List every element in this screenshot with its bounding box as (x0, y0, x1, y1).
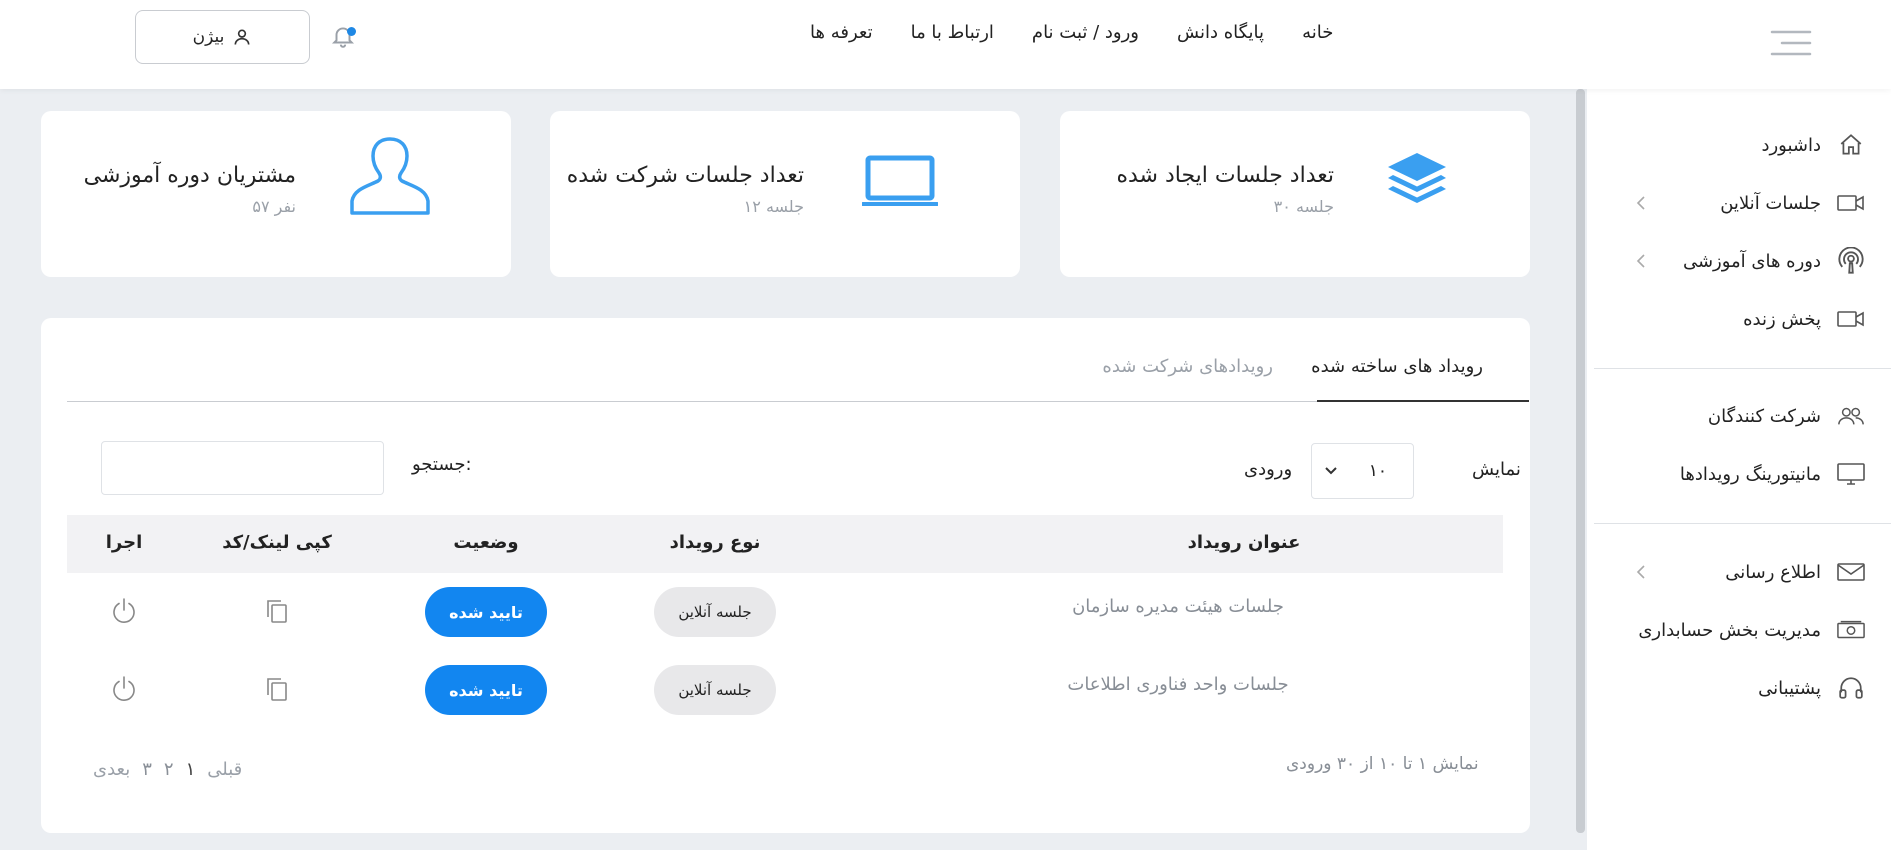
sidebar-divider (1594, 368, 1891, 369)
sidebar-item-accounting[interactable]: مدیریت بخش حسابداری (1587, 610, 1891, 650)
menu-toggle-button[interactable] (1770, 28, 1812, 58)
top-header: بیژن خانه پایگاه دانش ورود / ثبت نام ارت… (0, 0, 1891, 89)
envelope-icon (1837, 558, 1865, 586)
chevron-left-icon (1636, 196, 1645, 210)
sidebar-item-live-stream[interactable]: پخش زنده (1587, 299, 1891, 339)
cash-icon (1837, 616, 1865, 644)
page-length-value: ۱۰ (1368, 461, 1387, 481)
nav-login-register[interactable]: ورود / ثبت نام (1032, 22, 1139, 52)
sidebar-item-notifications[interactable]: اطلاع رسانی (1587, 552, 1891, 592)
sidebar-item-support[interactable]: پشتیبانی (1587, 668, 1891, 708)
chevron-down-icon (1325, 467, 1337, 475)
monitor-icon (1837, 460, 1865, 488)
card-title: مشتریان دوره آموزشی (83, 163, 296, 188)
active-tab-indicator (1317, 400, 1529, 402)
table-row: جلسات هیئت مدیره سازمان جلسه آنلاین تایی… (67, 573, 1503, 651)
video-camera-icon (1837, 305, 1865, 333)
sidebar-item-courses[interactable]: دوره های آموزشی (1587, 241, 1891, 281)
sidebar-item-event-monitoring[interactable]: مانیتورینگ رویدادها (1587, 454, 1891, 494)
stat-card-course-customers: مشتریان دوره آموزشی ۵۷ نفر (41, 111, 511, 277)
nav-home[interactable]: خانه (1302, 22, 1333, 52)
events-tabs: رویداد های ساخته شده رویدادهای شرکت شده (67, 318, 1529, 402)
sidebar-item-dashboard[interactable]: داشبورد (1587, 125, 1891, 165)
event-type-badge: جلسه آنلاین (654, 587, 776, 637)
top-navigation: خانه پایگاه دانش ورود / ثبت نام ارتباط ب… (810, 22, 1333, 52)
nav-knowledge-base[interactable]: پایگاه دانش (1177, 22, 1264, 52)
video-camera-icon (1837, 189, 1865, 217)
nav-contact[interactable]: ارتباط با ما (911, 22, 994, 52)
status-badge[interactable]: تایید شده (425, 587, 547, 637)
copy-icon[interactable] (263, 675, 291, 703)
headphones-icon (1837, 674, 1865, 702)
card-title: تعداد جلسات شرکت شده (566, 163, 804, 188)
column-header-type[interactable]: نوع رویداد (670, 532, 761, 553)
sidebar-scrollbar[interactable] (1576, 89, 1585, 833)
notifications-button[interactable] (330, 22, 358, 52)
tab-attended-events[interactable]: رویدادهای شرکت شده (1102, 356, 1273, 377)
nav-pricing[interactable]: تعرفه ها (810, 22, 873, 52)
sidebar-item-online-sessions[interactable]: جلسات آنلاین (1587, 183, 1891, 223)
user-account-button[interactable]: بیژن (135, 10, 310, 64)
event-type-badge: جلسه آنلاین (654, 665, 776, 715)
entries-label: ورودی (1244, 459, 1293, 480)
pagination-page-3[interactable]: ۳ (142, 759, 152, 780)
pagination-page-2[interactable]: ۲ (164, 759, 174, 780)
laptop-icon (861, 155, 939, 211)
home-icon (1837, 131, 1865, 159)
copy-icon[interactable] (263, 597, 291, 625)
table-info: نمایش ۱ تا ۱۰ از ۳۰ ورودی (1286, 754, 1479, 774)
column-header-copy[interactable]: کپی لینک/کد (222, 532, 332, 553)
column-header-title[interactable]: عنوان رویداد (1188, 532, 1301, 553)
power-icon[interactable] (110, 597, 138, 625)
status-badge[interactable]: تایید شده (425, 665, 547, 715)
pagination-next[interactable]: بعدی (93, 759, 130, 780)
podcast-icon (1837, 247, 1865, 275)
stat-card-attended-sessions: تعداد جلسات شرکت شده ۱۲ جلسه (550, 111, 1020, 277)
column-header-status[interactable]: وضعیت (453, 532, 518, 553)
show-label: نمایش (1472, 459, 1521, 480)
users-icon (1837, 402, 1865, 430)
notification-badge (347, 27, 356, 36)
pagination-page-1[interactable]: ۱ (186, 759, 196, 780)
sidebar: داشبورد جلسات آنلاین دوره های آموزشی پخش… (1587, 89, 1891, 850)
card-subtitle: ۱۲ جلسه (743, 197, 804, 216)
column-header-run[interactable]: اجرا (106, 532, 143, 553)
user-name-label: بیژن (192, 27, 225, 47)
event-title: جلسات واحد فناوری اطلاعات (1067, 674, 1289, 695)
pagination: قبلی ۱ ۲ ۳ بعدی (93, 759, 242, 780)
events-panel: رویداد های ساخته شده رویدادهای شرکت شده … (41, 318, 1530, 833)
pagination-prev[interactable]: قبلی (207, 759, 242, 780)
chevron-left-icon (1636, 254, 1645, 268)
search-input[interactable] (101, 441, 384, 495)
chevron-left-icon (1636, 565, 1645, 579)
hamburger-icon (1770, 30, 1812, 56)
layers-icon (1386, 151, 1448, 213)
table-header: عنوان رویداد نوع رویداد وضعیت کپی لینک/ک… (67, 515, 1503, 573)
sidebar-item-participants[interactable]: شرکت کنندگان (1587, 396, 1891, 436)
user-icon (234, 29, 250, 45)
event-title: جلسات هیئت مدیره سازمان (1072, 596, 1284, 617)
card-subtitle: ۵۷ نفر (252, 197, 296, 216)
card-title: تعداد جلسات ایجاد شده (1116, 163, 1334, 188)
stat-card-created-sessions: تعداد جلسات ایجاد شده ۳۰ جلسه (1060, 111, 1530, 277)
card-subtitle: ۳۰ جلسه (1273, 197, 1334, 216)
power-icon[interactable] (110, 675, 138, 703)
table-row: جلسات واحد فناوری اطلاعات جلسه آنلاین تا… (67, 651, 1503, 729)
sidebar-divider (1594, 523, 1891, 524)
search-label: جستجو: (412, 454, 472, 475)
tab-created-events[interactable]: رویداد های ساخته شده (1311, 356, 1483, 377)
page-length-select[interactable]: ۱۰ (1311, 443, 1414, 499)
user-icon (349, 135, 431, 221)
